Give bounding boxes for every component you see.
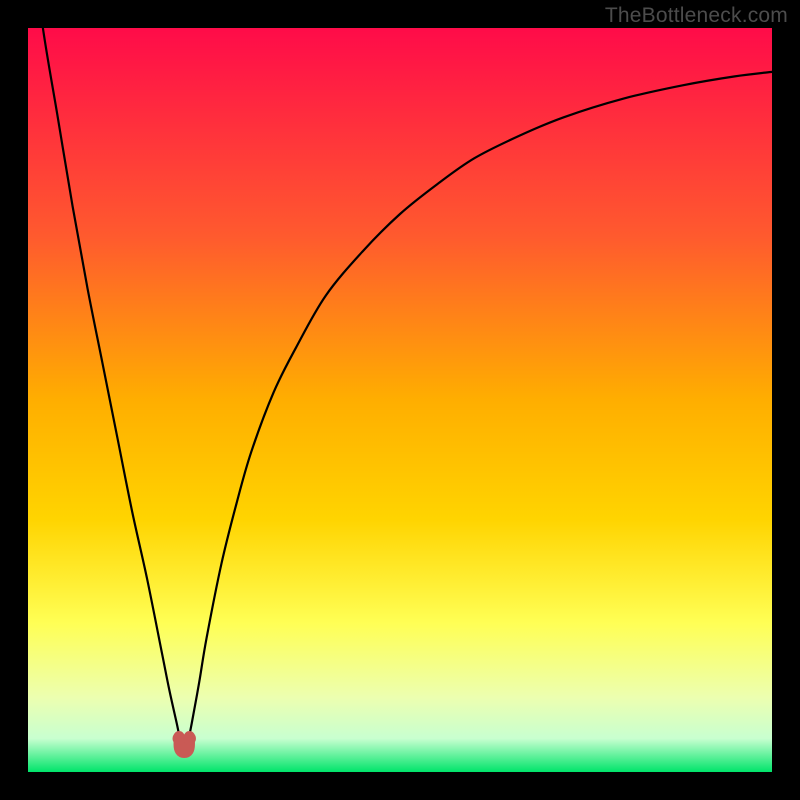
notch-marker-dot-1 [183, 732, 196, 745]
watermark-text: TheBottleneck.com [605, 4, 788, 28]
plot-area [28, 28, 772, 772]
chart-frame: TheBottleneck.com [0, 0, 800, 800]
gradient-background [28, 28, 772, 772]
bottleneck-chart [28, 28, 772, 772]
